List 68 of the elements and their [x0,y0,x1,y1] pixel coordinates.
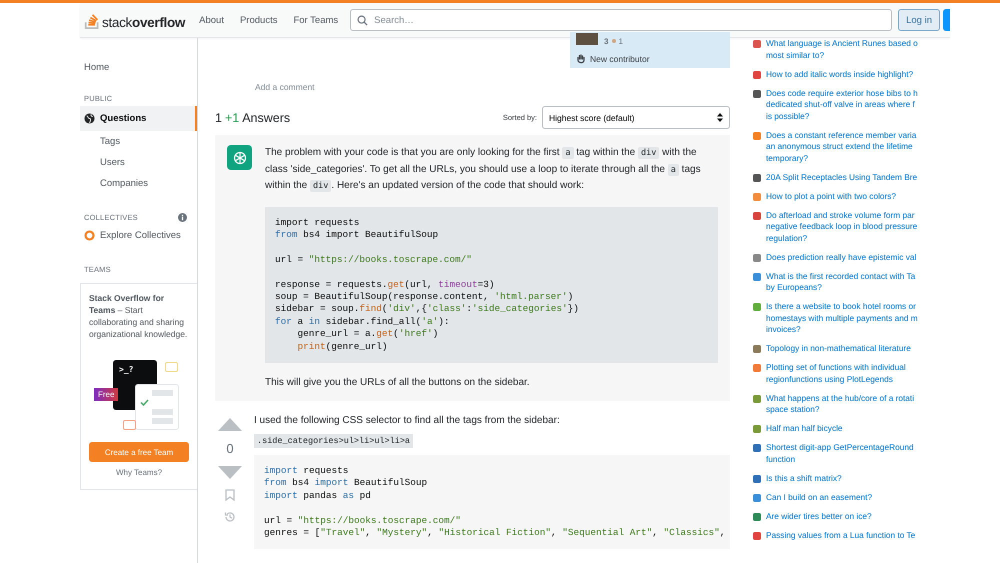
free-tag: Free [94,388,118,401]
logo-text: stackoverflow [102,14,186,30]
sidebar-item[interactable]: Home [80,60,197,75]
prompt-text: >_? [119,365,134,374]
hot-question-link[interactable]: 20A Split Receptacles Using Tandem Bre [766,172,918,183]
upvote-arrow-icon[interactable] [218,418,242,432]
avatar-placeholder [576,33,598,45]
collective-icon [84,230,95,241]
hot-question-link[interactable]: Is this a shift matrix? [766,472,842,484]
sidebar-item[interactable]: Tags [80,131,197,152]
hot-question-link[interactable]: Do afterload and stroke volume form par negative feedback loop in blood pressure regulation? [766,210,918,244]
create-team-button[interactable]: Create a free Team [89,442,189,462]
speech-bubble-icon [165,362,178,372]
answer-count: 1 [215,110,222,124]
answer-text: The problem with your code is that you are only looking for the first a tag within the div with the class 'side_categories'. To get all the URLs, you should use a loop to iterate through all the a tags within the div . Here's an updated version of the code that should work: [265,146,702,194]
hot-question-link[interactable]: Plotting set of functions with individual regionfunctions using PlotLegends [766,362,906,385]
reputation: 3 [604,36,608,46]
dropdown-caret-icon [717,113,723,122]
logo[interactable]: stackoverflow [80,10,192,30]
code-block: import requests from bs4 import BeautifulSoup import pandas as pd url = "https://books.toscrape.com/" genres = ["Travel", "Mystery", "Historical Fiction", "Sequential Art", "Classics", [254,454,730,550]
bronze-badge-icon [612,39,616,43]
hot-question-link[interactable]: Topology in non-mathematical literature [766,343,911,354]
add-comment-link[interactable]: Add a comment [255,82,738,92]
vote-count: 0 [226,441,234,456]
teams-promo-text: Stack Overflow for Teams – Start collaborating and sharing organizational knowledge. [89,292,188,340]
hot-question-link[interactable]: Is there a website to book hotel rooms or homestays with multiple payments and m invoices? [766,301,918,336]
nav-link[interactable]: For Teams [285,14,346,26]
search-field[interactable]: Search… [350,9,892,31]
hot-question-link[interactable]: Half man half bicycle [766,423,843,434]
hand-icon [576,54,586,64]
chatbot-avatar-icon [227,145,252,170]
bookmark-icon[interactable] [225,489,235,502]
checklist-drawing [135,384,179,430]
sidebar-item[interactable]: Questions [80,106,197,131]
hot-question-link[interactable]: Does a constant reference member varia an anonymous struct extend the lifetime temporary? [766,130,916,164]
hot-question-link[interactable]: What is the first recorded contact with Ta by Europeans? [766,270,916,294]
hot-question-link[interactable]: Shortest digit-app GetPercentageRound function [766,442,914,465]
downvote-arrow-icon[interactable] [218,466,242,480]
new-contributor-label: New contributor [590,54,650,64]
login-button[interactable]: Log in [898,9,940,31]
hot-question-link[interactable]: Passing values from a Lua function to Te [766,530,916,541]
badge-count: 1 [618,36,623,46]
hot-question-link[interactable]: Can I build on an easement? [766,492,872,503]
globe-icon [84,113,95,124]
hot-question-link[interactable]: Are wider tires better on ice? [766,510,872,522]
nav-link[interactable]: Products [232,14,286,26]
hot-question-link[interactable]: What happens at the hub/core of a rotati space station? [766,392,914,416]
sidebar-item[interactable]: Explore Collectives [80,225,197,246]
answer-text: This will give you the URLs of all the buttons on the sidebar. [265,376,531,390]
answers-heading: Answers [242,110,290,124]
inline-code: .side_categories>ul>li>ul>li>a [254,434,414,448]
hot-question-link[interactable]: What language is Ancient Runes based o most similar to? [766,38,918,61]
why-teams-link[interactable]: Why Teams? [89,468,189,477]
answer-text: I used the following CSS selector to find all the tags from the sidebar: [254,414,561,428]
info-icon[interactable] [178,213,187,222]
hot-question-link[interactable]: Does code require exterior hose bibs to h dedicated shut-off valve in areas where f is possible? [766,88,918,122]
sidebar-item[interactable]: Users [80,152,197,173]
hot-question-link[interactable]: How to add italic words inside highlight? [766,68,914,80]
signup-button[interactable] [943,9,950,31]
hot-question-link[interactable]: Does prediction really have epistemic val [766,252,916,263]
history-icon[interactable] [224,511,236,524]
nav-link[interactable]: About [191,14,232,26]
sidebar-item[interactable]: Companies [80,173,197,194]
sort-dropdown[interactable]: Highest score (default) [542,106,730,129]
hot-question-link[interactable]: How to plot a point with two colors? [766,190,896,202]
answer-count-delta: +1 [224,110,240,124]
speech-bubble-icon [123,420,136,430]
code-block: import requests from bs4 import BeautifulSoup url = "https://books.toscrape.com/" response = requests.get(url, timeout=3) soup = BeautifulSoup(response.content, 'html.parser') sidebar = soup.find('div',{'class':'side_categories'}) for a in sidebar.find_all('a'): genre_url = a.get('href') print(genre_url) [265,206,718,363]
